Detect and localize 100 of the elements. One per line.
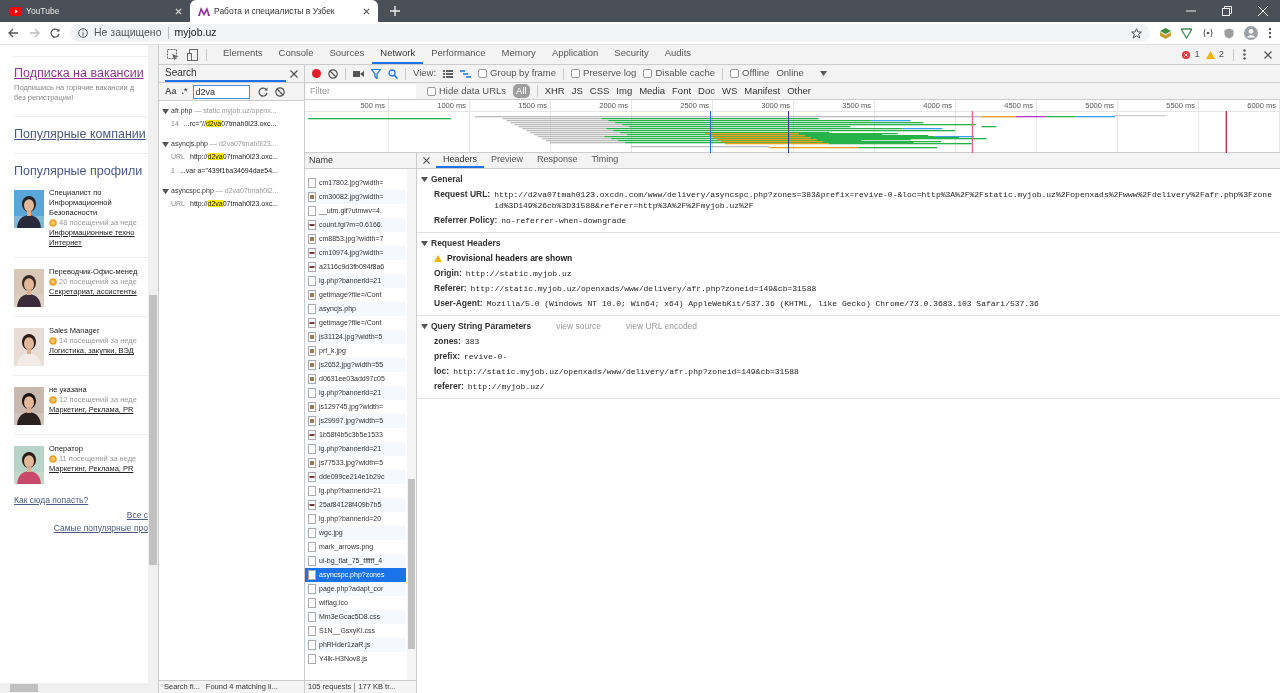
close-icon[interactable] bbox=[290, 69, 298, 78]
header-name: prefix: bbox=[434, 351, 460, 362]
info-icon[interactable] bbox=[78, 28, 88, 38]
search-icon[interactable] bbox=[388, 68, 398, 79]
help-link[interactable]: Как сюда попасть? bbox=[14, 494, 148, 507]
type-filter[interactable]: XHR bbox=[544, 83, 565, 99]
reload-icon[interactable] bbox=[50, 28, 60, 38]
checkbox[interactable] bbox=[643, 69, 653, 78]
error-icon[interactable] bbox=[1182, 50, 1191, 59]
column-header[interactable]: Name bbox=[305, 153, 416, 169]
subscribe-link[interactable]: Подписка на вакансии bbox=[14, 65, 148, 81]
all-link[interactable]: Все с bbox=[14, 508, 148, 522]
devtools-tab[interactable]: Elements bbox=[215, 45, 271, 64]
type-filter[interactable]: Doc bbox=[698, 83, 715, 99]
devtools-tab[interactable]: Security bbox=[606, 45, 657, 64]
camera-icon[interactable] bbox=[353, 69, 364, 78]
devtools-tab[interactable]: Sources bbox=[321, 45, 373, 64]
type-filter[interactable]: Font bbox=[672, 83, 692, 99]
image-file-icon bbox=[308, 346, 316, 356]
checkbox[interactable] bbox=[427, 86, 436, 96]
warning-count[interactable]: 2 bbox=[1218, 47, 1224, 62]
scrollbar[interactable] bbox=[148, 45, 158, 683]
detail-tab[interactable]: Response bbox=[530, 153, 585, 168]
list-icon[interactable] bbox=[443, 69, 454, 78]
detail-tab[interactable]: Preview bbox=[484, 153, 531, 168]
type-filter[interactable]: CSS bbox=[589, 83, 610, 99]
clear-icon[interactable] bbox=[328, 68, 338, 79]
option-checkbox[interactable]: Group by frame bbox=[478, 66, 557, 81]
caret-icon[interactable] bbox=[162, 187, 169, 195]
regex-toggle[interactable]: .* bbox=[181, 84, 188, 99]
shield-icon[interactable] bbox=[1224, 27, 1234, 39]
image-file-icon bbox=[308, 402, 316, 412]
restore-icon[interactable] bbox=[1222, 6, 1232, 16]
browser-tab[interactable]: Работа и специалисты в Узбек bbox=[190, 0, 378, 22]
close-icon[interactable] bbox=[423, 157, 430, 164]
file-icon bbox=[308, 318, 316, 328]
medal-icon bbox=[49, 278, 57, 286]
file-icon bbox=[308, 486, 316, 496]
triangle-icon[interactable] bbox=[1181, 27, 1192, 39]
menu-icon[interactable] bbox=[1268, 27, 1272, 39]
header-value: Mozilla/5.0 (Windows NT 10.0; Win64; x64) AppleWebKit/537.36 (KHTML, like Gecko) Chrome/73.0.3683.103 Safari/537.36 bbox=[486, 298, 1039, 309]
caret-icon[interactable] bbox=[421, 175, 428, 183]
checkbox[interactable] bbox=[478, 69, 488, 78]
scrollbar[interactable] bbox=[0, 683, 158, 693]
type-filter[interactable]: Other bbox=[787, 83, 811, 99]
caret-icon[interactable] bbox=[162, 140, 169, 148]
warning-text: Provisional headers are shown bbox=[447, 252, 573, 265]
caret-icon[interactable] bbox=[162, 107, 169, 115]
type-filter[interactable]: JS bbox=[571, 83, 583, 99]
devtools-tab[interactable]: Application bbox=[543, 45, 607, 64]
detail-tab[interactable]: Timing bbox=[584, 153, 626, 168]
refresh-icon[interactable] bbox=[257, 86, 268, 97]
header-value: http://static.myjob.uz/openxads/www/delivery/afr.php?zoneid=149&cb=31588 bbox=[470, 283, 817, 294]
type-filter[interactable]: Manifest bbox=[744, 83, 781, 99]
type-filter[interactable]: Img bbox=[616, 83, 633, 99]
devtools-tab[interactable]: Performance bbox=[423, 45, 494, 64]
option-checkbox[interactable]: Disable cache bbox=[643, 66, 716, 81]
devtools-tab[interactable]: Audits bbox=[656, 45, 700, 64]
more-icon[interactable] bbox=[1243, 49, 1246, 60]
new-tab-icon[interactable] bbox=[390, 6, 400, 16]
header-name: Request URL: bbox=[434, 189, 491, 201]
avatar-icon[interactable] bbox=[1244, 26, 1258, 40]
close-icon[interactable] bbox=[1264, 50, 1272, 59]
address-bar[interactable]: Не защищено myjob.uz bbox=[70, 24, 1150, 42]
search-field[interactable]: d2va bbox=[192, 84, 250, 99]
cube-icon[interactable] bbox=[1160, 27, 1171, 39]
throttle-dropdown[interactable]: Online bbox=[776, 66, 827, 81]
filter-field[interactable]: Filter bbox=[306, 83, 416, 99]
medal-icon bbox=[49, 219, 57, 227]
caret-icon[interactable] bbox=[421, 239, 428, 247]
back-icon[interactable] bbox=[8, 28, 19, 38]
clear-icon[interactable] bbox=[274, 86, 285, 97]
match-case-toggle[interactable]: Aa bbox=[165, 84, 177, 99]
devtools-tab[interactable]: Memory bbox=[493, 45, 544, 64]
device-icon[interactable] bbox=[187, 48, 198, 61]
type-filter[interactable]: WS bbox=[721, 83, 738, 99]
popular-link[interactable]: Самые популярные про bbox=[14, 521, 148, 535]
checkbox[interactable] bbox=[571, 69, 581, 78]
companies-link[interactable]: Популярные компании bbox=[14, 126, 148, 142]
bracket-icon[interactable] bbox=[1202, 28, 1214, 38]
devtools-tab[interactable]: Console bbox=[270, 45, 322, 64]
section-header[interactable]: General bbox=[431, 172, 463, 186]
scrollbar[interactable] bbox=[407, 169, 416, 680]
star-icon[interactable] bbox=[1131, 27, 1142, 39]
caret-icon[interactable] bbox=[421, 322, 428, 330]
hide-data-urls-checkbox[interactable]: Hide data URLs bbox=[427, 83, 507, 99]
option-checkbox[interactable]: Preserve log bbox=[571, 66, 637, 81]
detail-tab[interactable]: Headers bbox=[436, 153, 485, 168]
filter-icon[interactable] bbox=[371, 68, 381, 79]
section-header[interactable]: Request Headers bbox=[431, 236, 501, 250]
record-button[interactable] bbox=[312, 69, 321, 78]
waterfall-icon[interactable] bbox=[460, 69, 472, 78]
error-count[interactable]: 1 bbox=[1194, 47, 1200, 62]
section-header[interactable]: Query String Parameters bbox=[431, 319, 532, 333]
inspect-icon[interactable] bbox=[167, 48, 179, 61]
type-filter[interactable]: Media bbox=[639, 83, 666, 99]
browser-tab[interactable]: YouTube bbox=[2, 0, 190, 22]
option-checkbox[interactable]: Offline bbox=[730, 66, 770, 81]
checkbox[interactable] bbox=[730, 69, 740, 78]
close-icon[interactable] bbox=[363, 7, 370, 15]
